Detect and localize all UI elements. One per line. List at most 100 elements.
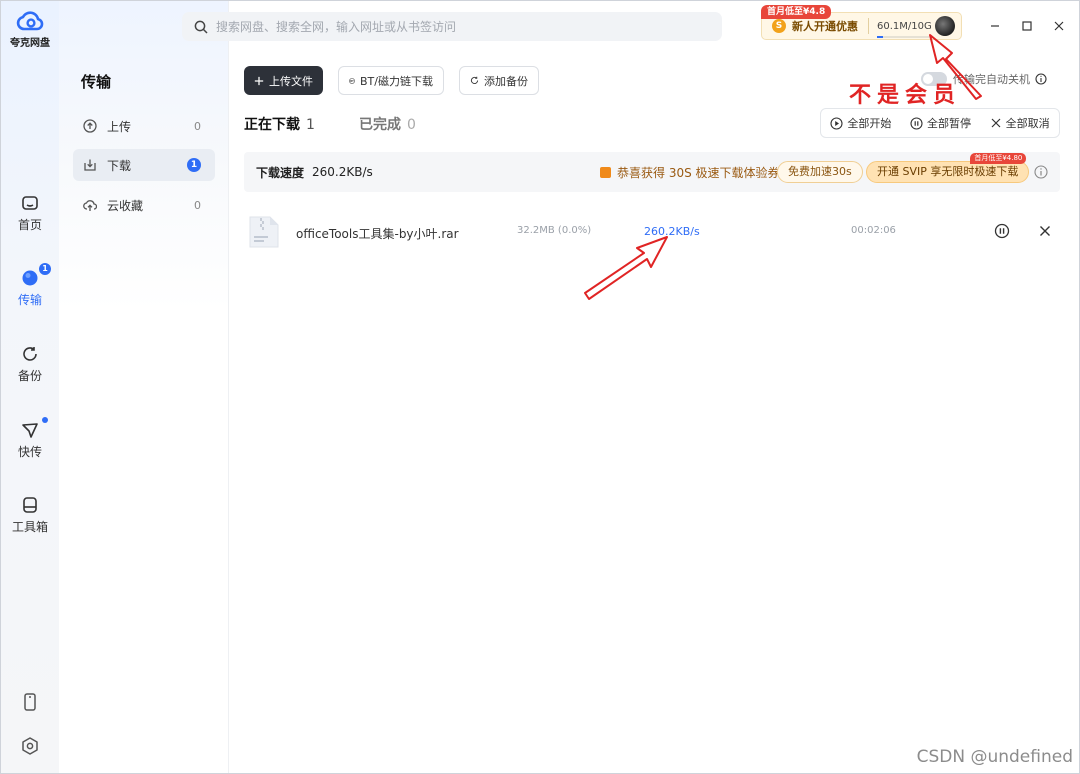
transfer-icon — [22, 270, 38, 286]
promo-divider — [868, 18, 869, 34]
coupon-text: 恭喜获得 30S 极速下载体验券 — [617, 166, 780, 180]
minimize-icon — [991, 25, 999, 27]
play-icon — [830, 116, 843, 130]
download-row[interactable]: officeTools工具集-by小叶.rar 32.2MB (0.0%) 26… — [244, 206, 1060, 256]
rail-item-transfer[interactable]: 1 传输 — [1, 263, 59, 308]
transfer-sidebar: 传输 上传 0 下载 1 云收藏 0 — [59, 1, 229, 773]
storage-quota-bar — [877, 35, 929, 38]
tab-completed-label: 已完成 — [359, 117, 401, 133]
maximize-icon — [1022, 21, 1032, 31]
search-input[interactable] — [216, 19, 696, 34]
rail-item-backup[interactable]: 备份 — [1, 345, 59, 384]
upload-file-label: 上传文件 — [269, 74, 313, 88]
bt-magnet-download-button[interactable]: BT BT/磁力链下载 — [338, 66, 444, 95]
rail-item-home-label: 首页 — [17, 218, 42, 232]
rail-item-toolbox[interactable]: 工具箱 — [1, 496, 59, 535]
promo-flag: 首月低至¥4.8 — [761, 5, 832, 19]
rail-item-quick-send[interactable]: 快传 — [1, 417, 59, 460]
close-icon — [1040, 226, 1050, 236]
rail-item-backup-label: 备份 — [17, 369, 42, 383]
add-backup-label: 添加备份 — [484, 74, 528, 88]
rail-item-transfer-label: 传输 — [17, 293, 42, 307]
sidebar-item-upload-label: 上传 — [107, 119, 132, 134]
upload-icon — [83, 119, 97, 133]
app-window: 夸克网盘 首页 1 传输 备份 快传 工具箱 传输 上传 0 下载 1 云收藏 … — [0, 0, 1080, 774]
cancel-all-button[interactable]: 全部取消 — [990, 115, 1050, 131]
tab-downloading[interactable]: 正在下载 1 — [244, 114, 315, 134]
file-size: 32.2MB (0.0%) — [517, 225, 592, 236]
bt-icon: BT — [349, 77, 355, 84]
pause-icon — [994, 223, 1010, 239]
start-all-label: 全部开始 — [847, 117, 892, 130]
svg-text:BT: BT — [350, 80, 354, 83]
sidebar-title: 传输 — [81, 73, 112, 91]
membership-promo[interactable]: 首月低至¥4.8 S 新人开通优惠 60.1M/10G — [761, 5, 962, 40]
sidebar-item-download-label: 下载 — [107, 158, 132, 173]
user-avatar[interactable] — [935, 16, 955, 36]
promo-text: 新人开通优惠 — [792, 20, 858, 33]
tab-completed[interactable]: 已完成 0 — [359, 114, 416, 134]
home-icon — [22, 196, 38, 210]
bt-magnet-label: BT/磁力链下载 — [360, 74, 433, 88]
pause-all-button[interactable]: 全部暂停 — [910, 115, 971, 131]
auto-shutdown-label: 传输完自动关机 — [953, 73, 1030, 86]
pause-download-button[interactable] — [994, 223, 1010, 242]
transfer-badge: 1 — [39, 263, 51, 275]
download-icon — [84, 159, 96, 171]
vip-coin-icon: S — [772, 19, 786, 33]
upload-file-button[interactable]: 上传文件 — [244, 66, 323, 95]
tab-downloading-count: 1 — [306, 117, 315, 133]
sidebar-item-download[interactable]: 下载 1 — [73, 149, 215, 181]
sidebar-item-cloud-collect[interactable]: 云收藏 0 — [73, 189, 215, 221]
close-icon — [991, 118, 1001, 128]
app-logo-text: 夸克网盘 — [10, 38, 50, 49]
batch-actions: 全部开始 全部暂停 全部取消 — [820, 108, 1060, 138]
minimize-button[interactable] — [986, 17, 1004, 35]
speed-bar: 下载速度 260.2KB/s 恭喜获得 30S 极速下载体验券 免费加速30s … — [244, 152, 1060, 192]
search-bar[interactable] — [182, 12, 722, 41]
pause-icon — [910, 116, 923, 130]
app-logo[interactable]: 夸克网盘 — [7, 9, 53, 49]
nav-rail: 夸克网盘 首页 1 传输 备份 快传 工具箱 — [1, 1, 59, 773]
tab-downloading-label: 正在下载 — [244, 117, 300, 133]
info-icon[interactable] — [1034, 165, 1048, 179]
start-all-button[interactable]: 全部开始 — [830, 115, 891, 131]
svip-upgrade-label: 开通 SVIP 享无限时极速下载 — [877, 165, 1019, 178]
storage-quota: 60.1M/10G — [877, 20, 932, 38]
sidebar-item-download-count: 1 — [187, 158, 201, 172]
file-time-left: 00:02:06 — [851, 225, 896, 236]
settings-button[interactable] — [19, 735, 41, 757]
file-speed: 260.2KB/s — [644, 225, 700, 238]
speed-coupon: 恭喜获得 30S 极速下载体验券 — [600, 164, 780, 181]
toolbox-icon — [23, 497, 37, 513]
plus-icon — [254, 76, 264, 85]
cloud-logo-icon — [16, 11, 44, 31]
phone-button[interactable] — [19, 691, 41, 713]
free-boost-button[interactable]: 免费加速30s — [777, 161, 863, 183]
speed-label: 下载速度 — [256, 165, 305, 180]
cancel-download-button[interactable] — [1037, 223, 1053, 242]
sidebar-item-upload[interactable]: 上传 0 — [73, 110, 215, 142]
coupon-icon — [600, 167, 611, 178]
cancel-all-label: 全部取消 — [1005, 117, 1050, 130]
tab-completed-count: 0 — [407, 117, 416, 133]
sidebar-item-upload-count: 0 — [194, 119, 201, 133]
archive-file-icon — [249, 216, 279, 248]
quick-send-dot — [42, 417, 48, 423]
info-icon[interactable] — [1035, 73, 1047, 85]
close-icon — [1054, 21, 1064, 31]
rail-item-toolbox-label: 工具箱 — [11, 520, 48, 534]
add-backup-button[interactable]: 添加备份 — [459, 66, 539, 95]
maximize-button[interactable] — [1018, 17, 1036, 35]
cloud-collect-icon — [83, 200, 97, 211]
backup-icon — [23, 347, 37, 361]
sidebar-item-cloud-collect-count: 0 — [194, 198, 201, 212]
close-window-button[interactable] — [1050, 17, 1068, 35]
send-icon — [22, 423, 38, 438]
svip-upgrade-button[interactable]: 开通 SVIP 享无限时极速下载 首月低至¥4.80 — [866, 153, 1030, 183]
storage-quota-text: 60.1M/10G — [877, 20, 932, 32]
sync-icon — [470, 76, 479, 84]
sidebar-item-cloud-collect-label: 云收藏 — [107, 198, 144, 213]
phone-icon — [24, 693, 36, 711]
rail-item-home[interactable]: 首页 — [1, 194, 59, 233]
